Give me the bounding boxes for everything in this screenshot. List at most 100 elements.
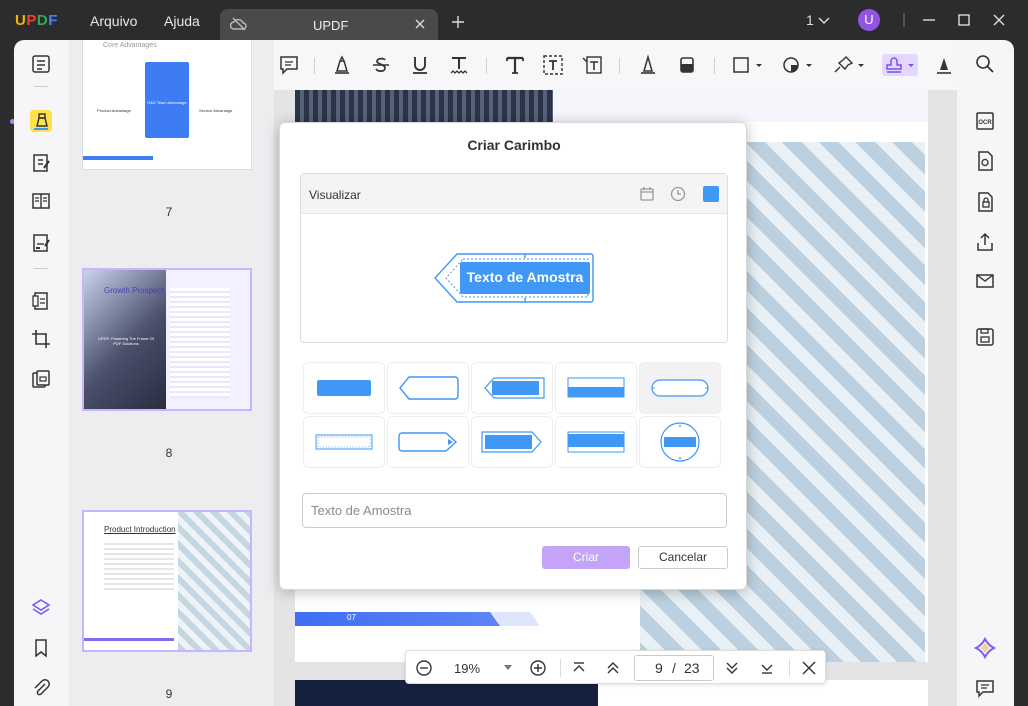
divider — [714, 58, 715, 74]
text-icon[interactable] — [503, 54, 527, 76]
protect-icon[interactable] — [30, 368, 52, 390]
attachment-icon[interactable] — [30, 677, 52, 699]
stamp-style-6[interactable] — [304, 417, 384, 467]
zoom-out-icon[interactable] — [415, 659, 433, 677]
search-icon[interactable] — [974, 53, 996, 75]
stamp-preview: Texto de Amostra — [433, 252, 595, 304]
shape-lasso-dropdown[interactable] — [780, 54, 816, 76]
zoom-dropdown-icon[interactable] — [503, 664, 513, 672]
stamp-dropdown[interactable] — [882, 54, 918, 76]
email-icon[interactable] — [974, 270, 996, 292]
strikethrough-icon[interactable] — [369, 54, 393, 76]
sticky-note-icon[interactable] — [277, 54, 301, 76]
edit-pdf-icon[interactable] — [30, 152, 52, 174]
text-box-icon[interactable] — [541, 54, 565, 76]
ocr-icon[interactable]: OCR — [974, 110, 996, 132]
divider — [560, 659, 561, 677]
organize-pages-icon[interactable] — [30, 190, 52, 212]
close-window-icon[interactable] — [992, 13, 1006, 27]
thumbnail-page-9[interactable]: Product Introduction — [82, 510, 252, 652]
save-icon[interactable] — [974, 326, 996, 348]
dialog-title: Criar Carimbo — [467, 137, 561, 153]
crop-icon[interactable] — [30, 328, 52, 350]
eraser-icon[interactable] — [675, 54, 699, 76]
protect-file-icon[interactable] — [974, 191, 996, 213]
create-button[interactable]: Criar — [542, 546, 630, 569]
preview-header: Visualizar — [301, 174, 727, 214]
document-tab[interactable]: UPDF — [220, 9, 438, 40]
divider — [486, 58, 487, 74]
close-tab-icon[interactable] — [414, 18, 426, 30]
divider — [314, 58, 315, 74]
tab-title: UPDF — [313, 18, 349, 33]
share-icon[interactable] — [974, 231, 996, 253]
pencil-icon[interactable] — [636, 54, 660, 76]
zoom-bar: 19% 9 / 23 — [405, 650, 826, 684]
comment-list-icon[interactable] — [974, 677, 996, 699]
new-tab-icon[interactable] — [451, 15, 465, 29]
svg-text:OCR: OCR — [978, 120, 992, 126]
stamp-style-5[interactable] — [640, 363, 720, 413]
stamp-style-9[interactable] — [556, 417, 636, 467]
maximize-icon[interactable] — [957, 13, 971, 27]
last-page-icon[interactable] — [759, 660, 775, 676]
annotation-toolbar — [274, 40, 957, 90]
reader-icon[interactable] — [30, 53, 52, 75]
layers-icon[interactable] — [30, 597, 52, 619]
stamp-color-swatch[interactable] — [703, 186, 719, 202]
convert-icon[interactable] — [30, 290, 52, 312]
preview-label: Visualizar — [309, 188, 361, 202]
page-label-bar: 07 — [295, 612, 505, 626]
ai-assistant-icon[interactable] — [974, 637, 996, 659]
thumbnail-text-block — [104, 540, 174, 592]
user-avatar[interactable]: U — [858, 9, 880, 31]
thumbnail-page-8[interactable]: Growth Prospect UPDF: Powering The Futur… — [82, 268, 252, 411]
signature-icon[interactable] — [932, 54, 956, 76]
stamp-preview-text: Texto de Amostra — [466, 269, 584, 285]
text-callout-icon[interactable] — [580, 54, 604, 76]
convert-file-icon[interactable] — [974, 150, 996, 172]
stamp-style-8[interactable] — [472, 417, 552, 467]
comment-highlight-icon[interactable] — [30, 110, 52, 132]
stamp-style-10[interactable] — [640, 417, 720, 467]
thumbnail-number: 9 — [165, 687, 173, 701]
fill-sign-icon[interactable] — [30, 232, 52, 254]
stamp-style-4[interactable] — [556, 363, 636, 413]
thumbnail-text-block — [170, 288, 230, 398]
shape-rectangle-dropdown[interactable] — [730, 54, 766, 76]
page-input[interactable]: 9 / 23 — [634, 655, 714, 681]
chevron-down-icon — [818, 17, 830, 25]
thumbnail-number: 8 — [165, 446, 173, 460]
app-logo: UPDF — [15, 12, 58, 29]
squiggly-icon[interactable] — [447, 54, 471, 76]
stamp-style-2[interactable] — [388, 363, 468, 413]
minimize-icon[interactable] — [922, 13, 936, 27]
divider — [34, 268, 48, 269]
first-page-icon[interactable] — [571, 660, 587, 676]
stamp-text-input[interactable] — [302, 493, 727, 528]
bookmark-icon[interactable] — [30, 637, 52, 659]
thumbnail-panel: Core Advantages R&D Team Advantage Produ… — [69, 40, 274, 706]
zoom-level[interactable]: 19% — [454, 661, 480, 676]
pin-dropdown[interactable] — [832, 54, 868, 76]
calendar-icon[interactable] — [639, 186, 655, 202]
highlighter-icon[interactable] — [330, 54, 354, 76]
next-page-icon[interactable] — [724, 660, 740, 676]
stamp-style-3[interactable] — [472, 363, 552, 413]
cancel-button[interactable]: Cancelar — [638, 546, 728, 569]
thumbnail-number: 7 — [165, 205, 173, 219]
title-bar: UPDF Arquivo Ajuda UPDF 1 U — [0, 0, 1028, 40]
divider — [619, 58, 620, 74]
thumbnail-page-7[interactable]: Core Advantages R&D Team Advantage Produ… — [82, 40, 252, 170]
cloud-off-icon — [230, 17, 248, 31]
stamp-style-7[interactable] — [388, 417, 468, 467]
previous-page-icon[interactable] — [605, 660, 621, 676]
clock-icon[interactable] — [670, 186, 686, 202]
menu-ajuda[interactable]: Ajuda — [164, 13, 200, 29]
close-zoom-bar-icon[interactable] — [801, 660, 817, 676]
menu-arquivo[interactable]: Arquivo — [90, 13, 137, 29]
stamp-style-1[interactable] — [304, 363, 384, 413]
zoom-in-icon[interactable] — [529, 659, 547, 677]
window-count[interactable]: 1 — [806, 12, 830, 28]
underline-icon[interactable] — [408, 54, 432, 76]
